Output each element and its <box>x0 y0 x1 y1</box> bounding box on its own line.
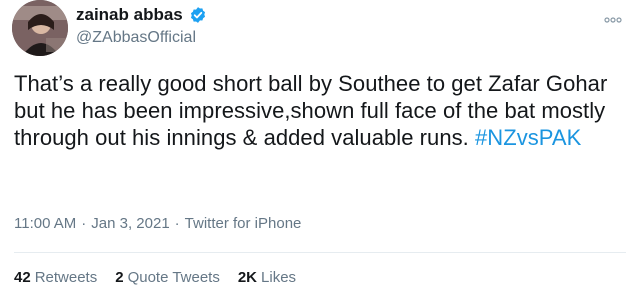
tweet-date[interactable]: Jan 3, 2021 <box>91 215 169 232</box>
quote-tweets-label: Quote Tweets <box>127 269 220 286</box>
tweet-source[interactable]: Twitter for iPhone <box>185 215 302 232</box>
more-options-icon[interactable] <box>603 12 623 23</box>
likes-label: Likes <box>261 269 297 286</box>
likes-count: 2K <box>237 269 258 286</box>
retweets-count: 42 <box>14 269 31 286</box>
display-name[interactable]: zainab abbas <box>76 5 183 25</box>
tweet-card: zainab abbas @ZAbbasOfficial That’s a re… <box>0 0 640 300</box>
tweet-text: That’s a really good short ball by South… <box>14 70 626 151</box>
verified-badge-icon <box>189 6 207 24</box>
author-handle[interactable]: @ZAbbasOfficial <box>76 29 196 47</box>
meta-separator: · <box>174 215 180 232</box>
engagement-stats: 42 Retweets 2 Quote Tweets 2K Likes <box>14 269 296 286</box>
retweets-label: Retweets <box>34 269 98 286</box>
tweet-metadata: 11:00 AM · Jan 3, 2021 · Twitter for iPh… <box>14 215 301 232</box>
likes-stat[interactable]: 2K Likes <box>238 269 296 286</box>
author-name-row: zainab abbas <box>76 5 207 25</box>
meta-separator: · <box>81 215 87 232</box>
hashtag-link[interactable]: #NZvsPAK <box>475 125 581 150</box>
quote-tweets-count: 2 <box>115 269 124 286</box>
quote-tweets-stat[interactable]: 2 Quote Tweets <box>115 269 220 286</box>
divider <box>14 252 626 253</box>
avatar-image <box>12 0 68 56</box>
retweets-stat[interactable]: 42 Retweets <box>14 269 97 286</box>
tweet-time[interactable]: 11:00 AM <box>14 215 76 232</box>
avatar[interactable] <box>12 0 68 56</box>
